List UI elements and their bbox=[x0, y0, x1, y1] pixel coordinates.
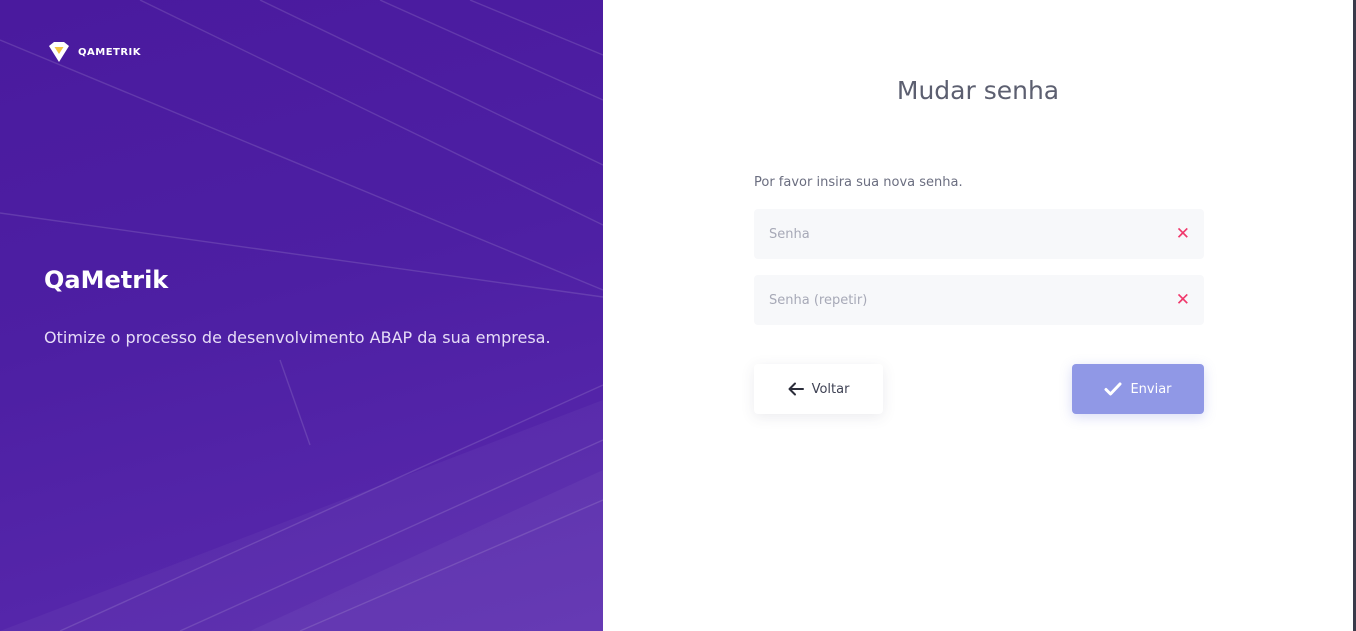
logo-icon bbox=[49, 42, 69, 62]
back-button[interactable]: Voltar bbox=[754, 364, 883, 414]
arrow-left-icon bbox=[788, 382, 804, 396]
brand-panel: QAMETRIK QaMetrik Otimize o processo de … bbox=[0, 0, 603, 631]
background-lines bbox=[0, 0, 603, 631]
instruction-text: Por favor insira sua nova senha. bbox=[754, 175, 963, 190]
password-input[interactable] bbox=[769, 226, 1149, 242]
change-password-panel: Mudar senha Por favor insira sua nova se… bbox=[603, 0, 1353, 631]
close-icon[interactable]: ✕ bbox=[1176, 225, 1190, 243]
brand-title: QaMetrik bbox=[44, 266, 169, 294]
password-repeat-input[interactable] bbox=[769, 292, 1149, 308]
logo[interactable]: QAMETRIK bbox=[46, 40, 141, 64]
logo-text: QAMETRIK bbox=[78, 46, 142, 58]
password-field: ✕ bbox=[754, 209, 1204, 259]
back-button-label: Voltar bbox=[811, 381, 850, 397]
submit-button[interactable]: Enviar bbox=[1072, 364, 1204, 414]
close-icon[interactable]: ✕ bbox=[1176, 291, 1190, 309]
submit-button-label: Enviar bbox=[1130, 381, 1172, 397]
page-title: Mudar senha bbox=[896, 76, 1060, 105]
brand-tagline: Otimize o processo de desenvolvimento AB… bbox=[44, 328, 551, 347]
password-repeat-field: ✕ bbox=[754, 275, 1204, 325]
check-icon bbox=[1104, 382, 1122, 396]
